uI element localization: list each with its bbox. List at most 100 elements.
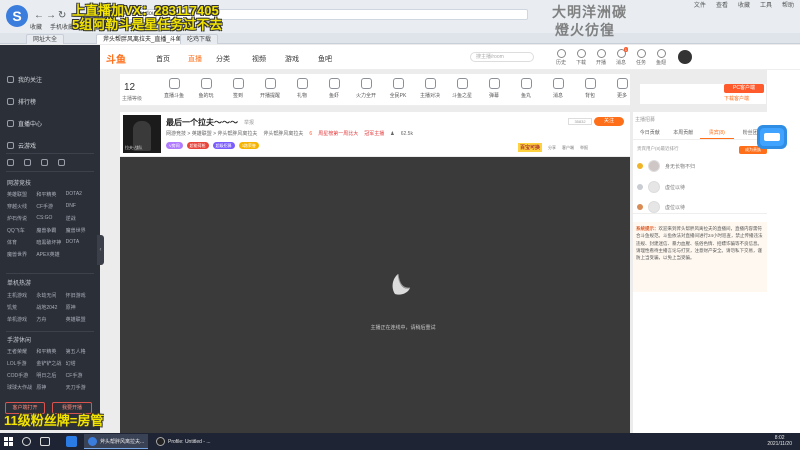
- hot-rank[interactable]: 周星榜第一周比大: [318, 130, 358, 137]
- sidebar-category-item[interactable]: DOTA2: [66, 191, 95, 198]
- toolbar-item[interactable]: 背包: [572, 78, 608, 99]
- sidebar-category-item[interactable]: 魔兽世界: [7, 251, 36, 258]
- toolbar-item[interactable]: 更多: [604, 78, 640, 99]
- sidebar-category-item[interactable]: 和平精英: [36, 348, 65, 355]
- rank-row[interactable]: 身无长物不归: [637, 159, 765, 173]
- sidebar-category-item[interactable]: 主机游戏: [7, 292, 36, 299]
- toolbar-item[interactable]: 鱼的玩: [188, 78, 224, 99]
- sidebar-item-cloud-game[interactable]: 云游戏: [7, 141, 36, 150]
- sidebar-category-item[interactable]: 魔兽争霸: [36, 227, 65, 234]
- sidebar-collapse-icon[interactable]: ‹: [97, 235, 104, 265]
- client-button[interactable]: 客户端: [562, 145, 574, 151]
- controller-icon[interactable]: [7, 159, 14, 166]
- tab-vip[interactable]: 贵宾(8): [700, 128, 734, 139]
- avatar[interactable]: [678, 50, 692, 64]
- sidebar-category-item[interactable]: CF手游: [36, 203, 65, 210]
- toolbar-item[interactable]: 鱼虾: [316, 78, 352, 99]
- sidebar-category-item[interactable]: 体育: [7, 239, 36, 246]
- toolbar-item[interactable]: 主播对决: [412, 78, 448, 99]
- task-button[interactable]: 任务: [632, 49, 650, 66]
- history-button[interactable]: 历史: [552, 49, 570, 66]
- sidebar-category-item[interactable]: 王者荣耀: [7, 348, 36, 355]
- nav-video[interactable]: 视频: [252, 54, 266, 64]
- share-button[interactable]: 分享: [548, 145, 556, 151]
- sidebar-category-item[interactable]: 第五人格: [66, 348, 95, 355]
- sidebar-item-rank[interactable]: 排行榜: [7, 97, 36, 106]
- sidebar-category-item[interactable]: 球球大作战: [7, 384, 36, 391]
- anniversary-badge-icon[interactable]: [755, 122, 791, 152]
- sidebar-category-item[interactable]: CF手游: [66, 372, 95, 379]
- sidebar-category-item[interactable]: 英雄联盟: [7, 191, 36, 198]
- browser-logo-icon[interactable]: S: [6, 5, 28, 27]
- sidebar-section-single[interactable]: 单机热游: [7, 278, 31, 287]
- sidebar-category-item[interactable]: 原神: [66, 304, 95, 311]
- task-view-icon[interactable]: [40, 437, 50, 446]
- nav-fishbar[interactable]: 鱼吧: [318, 54, 332, 64]
- breadcrumb[interactable]: 网游竞技 > 英雄联盟 > 斧头帮胖风离拉夫: [166, 130, 257, 137]
- gift-exchange-button[interactable]: 百宝可换: [518, 143, 543, 152]
- taskbar-app-obs[interactable]: Profile: Untitled - ...: [152, 434, 215, 449]
- report-link[interactable]: 举报: [244, 119, 254, 126]
- sidebar-category-item[interactable]: 明日之后: [36, 372, 65, 379]
- menu-tools[interactable]: 工具: [760, 0, 772, 9]
- follow-button[interactable]: 关注: [594, 117, 624, 126]
- message-button[interactable]: 消息 1: [612, 47, 630, 66]
- sidebar-category-item[interactable]: 幻塔: [66, 360, 95, 367]
- gamepad-icon[interactable]: [41, 159, 48, 166]
- nav-game[interactable]: 游戏: [285, 54, 299, 64]
- badge-recruit[interactable]: 超级招募: [212, 142, 235, 149]
- honor-badge[interactable]: 冠军主播: [364, 130, 384, 137]
- sidebar-category-item[interactable]: 炉石传说: [7, 215, 36, 222]
- recruit-header[interactable]: 主播招募: [635, 116, 655, 123]
- toolbar-item[interactable]: 签到: [220, 78, 256, 99]
- sidebar-category-item[interactable]: 单机游戏: [7, 316, 36, 323]
- sidebar-category-item[interactable]: 金铲铲之战: [36, 360, 65, 367]
- tab-directory[interactable]: 网址大全: [26, 34, 65, 44]
- toolbar-item[interactable]: 斗鱼之星: [444, 78, 480, 99]
- douyu-logo[interactable]: 斗鱼: [106, 51, 126, 66]
- toolbar-item[interactable]: 消息: [540, 78, 576, 99]
- sidebar-section-mobile[interactable]: 手游休闲: [7, 335, 31, 344]
- sidebar-category-item[interactable]: 永劫无间: [36, 292, 65, 299]
- search-input[interactable]: 搜主播/room: [470, 52, 534, 62]
- menu-view[interactable]: 查看: [716, 0, 728, 9]
- sidebar-category-item[interactable]: 战地2042: [36, 304, 65, 311]
- tab-douyu-room[interactable]: 斧头帮胖风离拉夫_直播_斗鱼: [96, 34, 189, 44]
- edge-icon[interactable]: [66, 436, 77, 447]
- sidebar-category-item[interactable]: DOTA: [66, 239, 95, 246]
- sidebar-category-item[interactable]: COD手游: [7, 372, 36, 379]
- toolbar-item[interactable]: 火力全开: [348, 78, 384, 99]
- nav-category[interactable]: 分类: [216, 54, 230, 64]
- menu-file[interactable]: 文件: [694, 0, 706, 9]
- taskbar-app-browser[interactable]: 斧头帮胖风离拉夫...: [84, 434, 149, 449]
- pc-icon[interactable]: [58, 159, 65, 166]
- badge-honor[interactable]: 3路荣誉: [238, 142, 259, 149]
- sidebar-category-item[interactable]: APEX英雄: [36, 251, 65, 258]
- sidebar-item-live-center[interactable]: 直播中心: [7, 119, 42, 128]
- sidebar-category-item[interactable]: 原神: [36, 384, 65, 391]
- search-icon[interactable]: [22, 437, 31, 446]
- back-icon[interactable]: ←: [34, 10, 44, 21]
- sidebar-item-follow[interactable]: 我的关注: [7, 75, 42, 84]
- anchor-name[interactable]: 斧头帮胖风离拉夫: [263, 130, 303, 137]
- menu-favorites[interactable]: 收藏: [738, 0, 750, 9]
- broadcast-button[interactable]: 开播: [592, 49, 610, 66]
- download-button[interactable]: 下载: [572, 49, 590, 66]
- bookmark-favorites[interactable]: 收藏: [30, 22, 42, 31]
- tab-today[interactable]: 今日贡献: [633, 128, 667, 139]
- mobile-icon[interactable]: [24, 159, 31, 166]
- sidebar-category-item[interactable]: 怀旧游戏: [66, 292, 95, 299]
- anchor-avatar[interactable]: 拉夫·战队: [123, 115, 161, 153]
- sidebar-category-item[interactable]: 魔兽世界: [66, 227, 95, 234]
- refresh-icon[interactable]: ↻: [58, 10, 66, 21]
- sidebar-category-item[interactable]: 饥荒: [7, 304, 36, 311]
- nav-live[interactable]: 直播: [188, 54, 202, 64]
- pc-client-button[interactable]: PC客户端: [724, 84, 764, 93]
- sidebar-category-item[interactable]: CS:GO: [36, 215, 65, 222]
- toolbar-item[interactable]: 礼物: [284, 78, 320, 99]
- sidebar-category-item[interactable]: 天刀手游: [66, 384, 95, 391]
- forward-icon[interactable]: →: [46, 10, 56, 21]
- toolbar-item[interactable]: 鱼丸: [508, 78, 544, 99]
- sidebar-category-item[interactable]: 逆战: [66, 215, 95, 222]
- sidebar-section-esports[interactable]: 网游竞技: [7, 178, 31, 187]
